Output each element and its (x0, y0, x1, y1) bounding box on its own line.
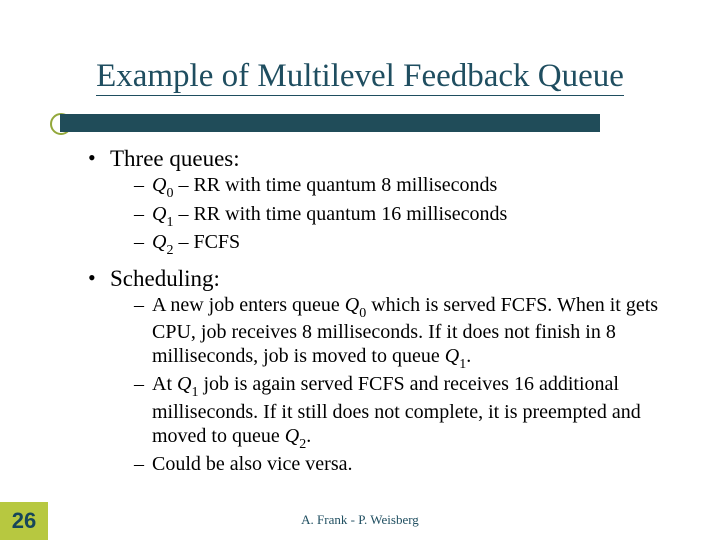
sub-bullet-list: A new job enters queue Q0 which is serve… (110, 294, 688, 477)
text: . (306, 425, 311, 447)
queue-symbol: Q (285, 425, 299, 447)
queue-symbol: Q (152, 203, 166, 225)
slide: Example of Multilevel Feedback Queue Thr… (0, 0, 720, 540)
queue-symbol: Q (152, 174, 166, 196)
queue-index: 2 (299, 437, 306, 452)
bullet-scheduling: Scheduling: A new job enters queue Q0 wh… (88, 265, 688, 477)
queue-index: 1 (166, 215, 173, 230)
sub-bullet-sched-1: At Q1 job is again served FCFS and recei… (134, 373, 688, 452)
sub-bullet-sched-0: A new job enters queue Q0 which is serve… (134, 294, 688, 373)
title-underline-bar (60, 114, 600, 132)
queue-index: 1 (191, 385, 198, 400)
bullet-three-queues: Three queues: Q0 – RR with time quantum … (88, 145, 688, 259)
bullet-list: Three queues: Q0 – RR with time quantum … (88, 145, 688, 477)
slide-body: Three queues: Q0 – RR with time quantum … (88, 145, 688, 483)
text: . (466, 345, 471, 367)
sub-bullet-q0: Q0 – RR with time quantum 8 milliseconds (134, 174, 688, 202)
sub-bullet-sched-2: Could be also vice versa. (134, 453, 688, 477)
text: A new job enters queue (152, 294, 345, 316)
queue-index: 0 (359, 306, 366, 321)
sub-bullet-text: – RR with time quantum 8 milliseconds (173, 174, 497, 196)
slide-title: Example of Multilevel Feedback Queue (0, 58, 720, 95)
sub-bullet-q1: Q1 – RR with time quantum 16 millisecond… (134, 203, 688, 231)
text: At (152, 373, 177, 395)
sub-bullet-text: – FCFS (173, 231, 240, 253)
bullet-label: Three queues: (110, 146, 240, 171)
slide-title-text: Example of Multilevel Feedback Queue (96, 58, 624, 96)
sub-bullet-text: – RR with time quantum 16 milliseconds (173, 203, 507, 225)
queue-index: 1 (459, 357, 466, 372)
queue-symbol: Q (177, 373, 191, 395)
sub-bullet-q2: Q2 – FCFS (134, 231, 688, 259)
bullet-label: Scheduling: (110, 266, 220, 291)
queue-symbol: Q (152, 231, 166, 253)
text: job is again served FCFS and receives 16… (152, 373, 641, 446)
queue-index: 0 (166, 186, 173, 201)
queue-index: 2 (166, 243, 173, 258)
sub-bullet-list: Q0 – RR with time quantum 8 milliseconds… (110, 174, 688, 259)
footer-author: A. Frank - P. Weisberg (0, 512, 720, 528)
text: Could be also vice versa. (152, 453, 353, 475)
queue-symbol: Q (345, 294, 359, 316)
queue-symbol: Q (445, 345, 459, 367)
